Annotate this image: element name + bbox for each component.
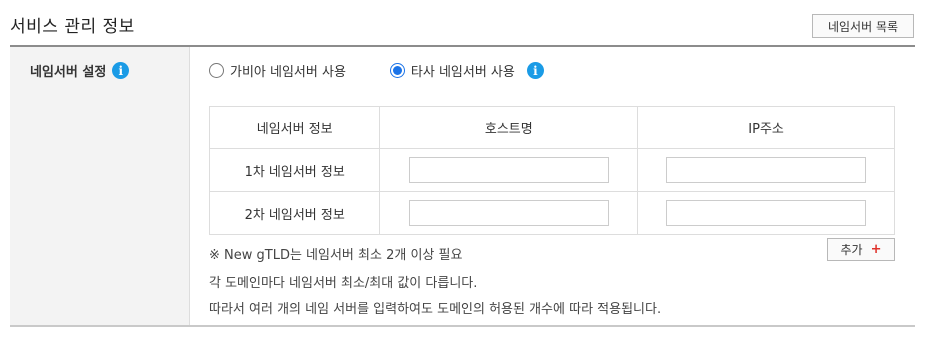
plus-icon: + — [870, 242, 882, 257]
settings-label-column: 네임서버 설정 i — [10, 47, 190, 325]
radio-checked-icon[interactable] — [389, 63, 405, 78]
primary-ip-input[interactable] — [666, 157, 867, 183]
info-icon[interactable]: i — [526, 62, 544, 79]
primary-nameserver-label: 1차 네임서버 정보 — [208, 148, 381, 192]
secondary-hostname-input[interactable] — [408, 200, 609, 226]
nameserver-setting-label: 네임서버 설정 i — [30, 61, 130, 80]
secondary-hostname-cell — [379, 191, 639, 235]
table-row: 2차 네임서버 정보 — [208, 191, 895, 235]
add-nameserver-button[interactable]: 추가 + — [827, 238, 895, 261]
gabia-nameserver-radio[interactable]: 가비아 네임서버 사용 — [209, 61, 346, 80]
nameserver-settings-section: 네임서버 설정 i 가비아 네임서버 사용 타사 네임서버 사용 i 네임서버 … — [10, 45, 915, 327]
secondary-ip-input[interactable] — [666, 200, 867, 226]
primary-ip-cell — [637, 148, 895, 192]
page-title: 서비스 관리 정보 — [10, 17, 135, 37]
nameserver-setting-text: 네임서버 설정 — [30, 65, 107, 80]
gtld-requirement-note: ※ New gTLD는 네임서버 최소 2개 이상 필요 — [209, 248, 463, 263]
table-row: 1차 네임서버 정보 — [208, 148, 895, 192]
nameserver-table: 네임서버 정보 호스트명 IP주소 1차 네임서버 정보 2차 네임서버 정보 — [208, 106, 895, 235]
nameserver-limit-note: 각 도메인마다 네임서버 최소/최대 값이 다릅니다. — [209, 276, 478, 291]
gabia-nameserver-label: 가비아 네임서버 사용 — [230, 65, 346, 80]
column-header-hostname: 호스트명 — [379, 106, 639, 149]
settings-content: 가비아 네임서버 사용 타사 네임서버 사용 i 네임서버 정보 호스트명 IP… — [208, 47, 915, 325]
secondary-ip-cell — [637, 191, 895, 235]
nameserver-type-options: 가비아 네임서버 사용 타사 네임서버 사용 i — [209, 61, 544, 80]
nameserver-apply-note: 따라서 여러 개의 네임 서버를 입력하여도 도메인의 허용된 개수에 따라 적… — [209, 302, 662, 317]
column-header-ip: IP주소 — [637, 106, 895, 149]
column-header-nameserver-info: 네임서버 정보 — [208, 106, 381, 149]
add-button-label: 추가 — [840, 243, 863, 257]
table-header-row: 네임서버 정보 호스트명 IP주소 — [208, 106, 895, 149]
radio-dot-icon — [392, 66, 402, 75]
nameserver-list-button[interactable]: 네임서버 목록 — [812, 14, 914, 38]
other-nameserver-label: 타사 네임서버 사용 — [410, 65, 515, 80]
other-nameserver-radio[interactable]: 타사 네임서버 사용 — [389, 61, 515, 80]
primary-hostname-cell — [379, 148, 639, 192]
primary-hostname-input[interactable] — [408, 157, 609, 183]
info-icon[interactable]: i — [112, 62, 130, 79]
radio-unchecked-icon[interactable] — [209, 63, 224, 78]
secondary-nameserver-label: 2차 네임서버 정보 — [208, 191, 381, 235]
